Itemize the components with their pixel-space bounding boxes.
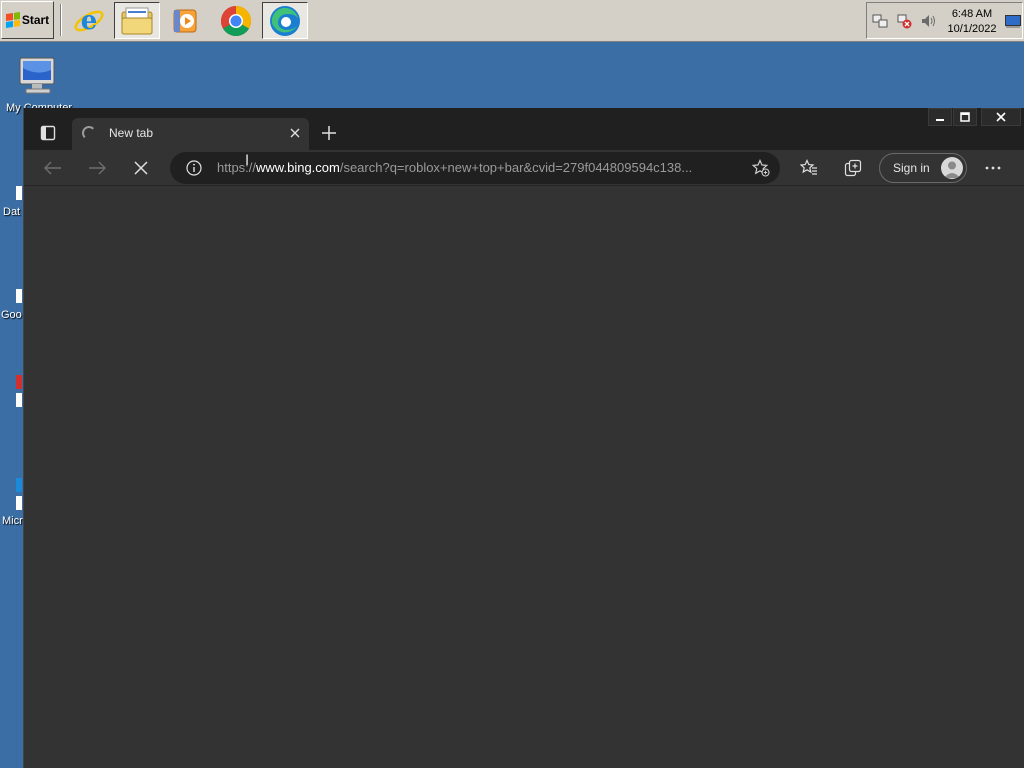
loading-spinner-icon xyxy=(82,126,96,140)
url-host: www.bing.com xyxy=(256,160,340,175)
more-horizontal-icon xyxy=(985,166,1001,170)
clock-date: 10/1/2022 xyxy=(947,23,997,35)
new-tab-button[interactable] xyxy=(318,122,340,144)
tab-new-tab[interactable]: New tab xyxy=(72,118,309,150)
computer-icon xyxy=(19,57,55,94)
info-icon[interactable] xyxy=(186,160,202,176)
add-favorite-icon[interactable] xyxy=(752,159,770,177)
page-content[interactable] xyxy=(24,186,1024,768)
minimize-icon xyxy=(936,119,944,121)
edge-icon xyxy=(270,5,300,36)
close-icon xyxy=(996,112,1006,122)
stop-loading-button[interactable] xyxy=(127,155,155,181)
taskbar: Start e 6:48 AM 10/1/2022 xyxy=(0,0,1024,42)
arrow-right-icon xyxy=(89,161,106,175)
taskbar-app-media-player[interactable] xyxy=(162,2,208,39)
text-cursor-icon: I xyxy=(245,153,250,169)
url-path: /search?q=roblox+new+top+bar&cvid=279f04… xyxy=(339,160,693,175)
favorites-button[interactable] xyxy=(795,155,823,181)
folder-icon xyxy=(121,7,153,34)
forward-button[interactable] xyxy=(83,155,111,181)
avatar-icon xyxy=(941,157,963,179)
taskbar-app-edge[interactable] xyxy=(262,2,308,39)
windows-logo-icon xyxy=(5,12,20,28)
desktop-icon-label: Goo xyxy=(1,309,22,321)
arrow-left-icon xyxy=(44,161,61,175)
start-label: Start xyxy=(21,13,50,27)
browser-window: New tab https://www.bing.com/search?q=ro… xyxy=(23,108,1024,768)
show-desktop-icon[interactable] xyxy=(1005,15,1021,28)
collections-button[interactable] xyxy=(839,155,867,181)
system-tray: 6:48 AM 10/1/2022 xyxy=(866,2,1023,39)
media-player-icon xyxy=(173,9,197,32)
clock-time: 6:48 AM xyxy=(951,8,993,20)
desktop-icon-label: Dat xyxy=(3,206,21,218)
taskbar-app-internet-explorer[interactable]: e xyxy=(66,2,112,39)
tab-close-button[interactable] xyxy=(287,125,303,141)
maximize-button[interactable] xyxy=(953,108,977,126)
taskbar-separator xyxy=(60,4,62,36)
desktop-icon-my-computer[interactable] xyxy=(14,54,62,98)
svg-text:e: e xyxy=(81,6,98,36)
desktop-icon[interactable] xyxy=(16,375,22,407)
address-bar[interactable]: https://www.bing.com/search?q=roblox+new… xyxy=(170,152,780,184)
browser-titlebar: New tab xyxy=(24,108,1024,150)
close-icon xyxy=(290,128,300,138)
tab-title: New tab xyxy=(109,126,154,140)
maximize-icon xyxy=(960,112,970,122)
chrome-icon xyxy=(220,5,252,36)
plus-icon xyxy=(322,126,336,140)
favorites-icon xyxy=(800,159,817,175)
taskbar-app-windows-explorer[interactable] xyxy=(114,2,160,39)
url-scheme: https:// xyxy=(217,160,257,175)
minimize-button[interactable] xyxy=(928,108,952,126)
close-icon xyxy=(134,161,148,175)
desktop-icon-label: Micr xyxy=(2,515,23,527)
close-button[interactable] xyxy=(981,108,1021,126)
browser-toolbar: https://www.bing.com/search?q=roblox+new… xyxy=(24,150,1024,186)
desktop-icon[interactable] xyxy=(16,478,22,510)
sign-in-label: Sign in xyxy=(893,161,930,175)
url-text[interactable]: https://www.bing.com/search?q=roblox+new… xyxy=(217,160,747,175)
settings-and-more-button[interactable] xyxy=(979,155,1007,181)
clock[interactable]: 6:48 AM 10/1/2022 xyxy=(943,7,1001,37)
network-error-icon[interactable] xyxy=(896,13,912,29)
tab-actions-icon[interactable] xyxy=(40,125,56,141)
sign-in-button[interactable]: Sign in xyxy=(879,153,967,183)
collections-icon xyxy=(844,159,862,177)
start-button[interactable]: Start xyxy=(1,1,54,39)
volume-icon[interactable] xyxy=(920,13,936,29)
back-button[interactable] xyxy=(39,155,67,181)
taskbar-app-chrome[interactable] xyxy=(213,2,259,39)
desktop-icon[interactable] xyxy=(16,186,22,200)
desktop-icon[interactable] xyxy=(16,289,22,303)
internet-explorer-icon: e xyxy=(74,6,104,36)
network-icon[interactable] xyxy=(872,13,888,29)
